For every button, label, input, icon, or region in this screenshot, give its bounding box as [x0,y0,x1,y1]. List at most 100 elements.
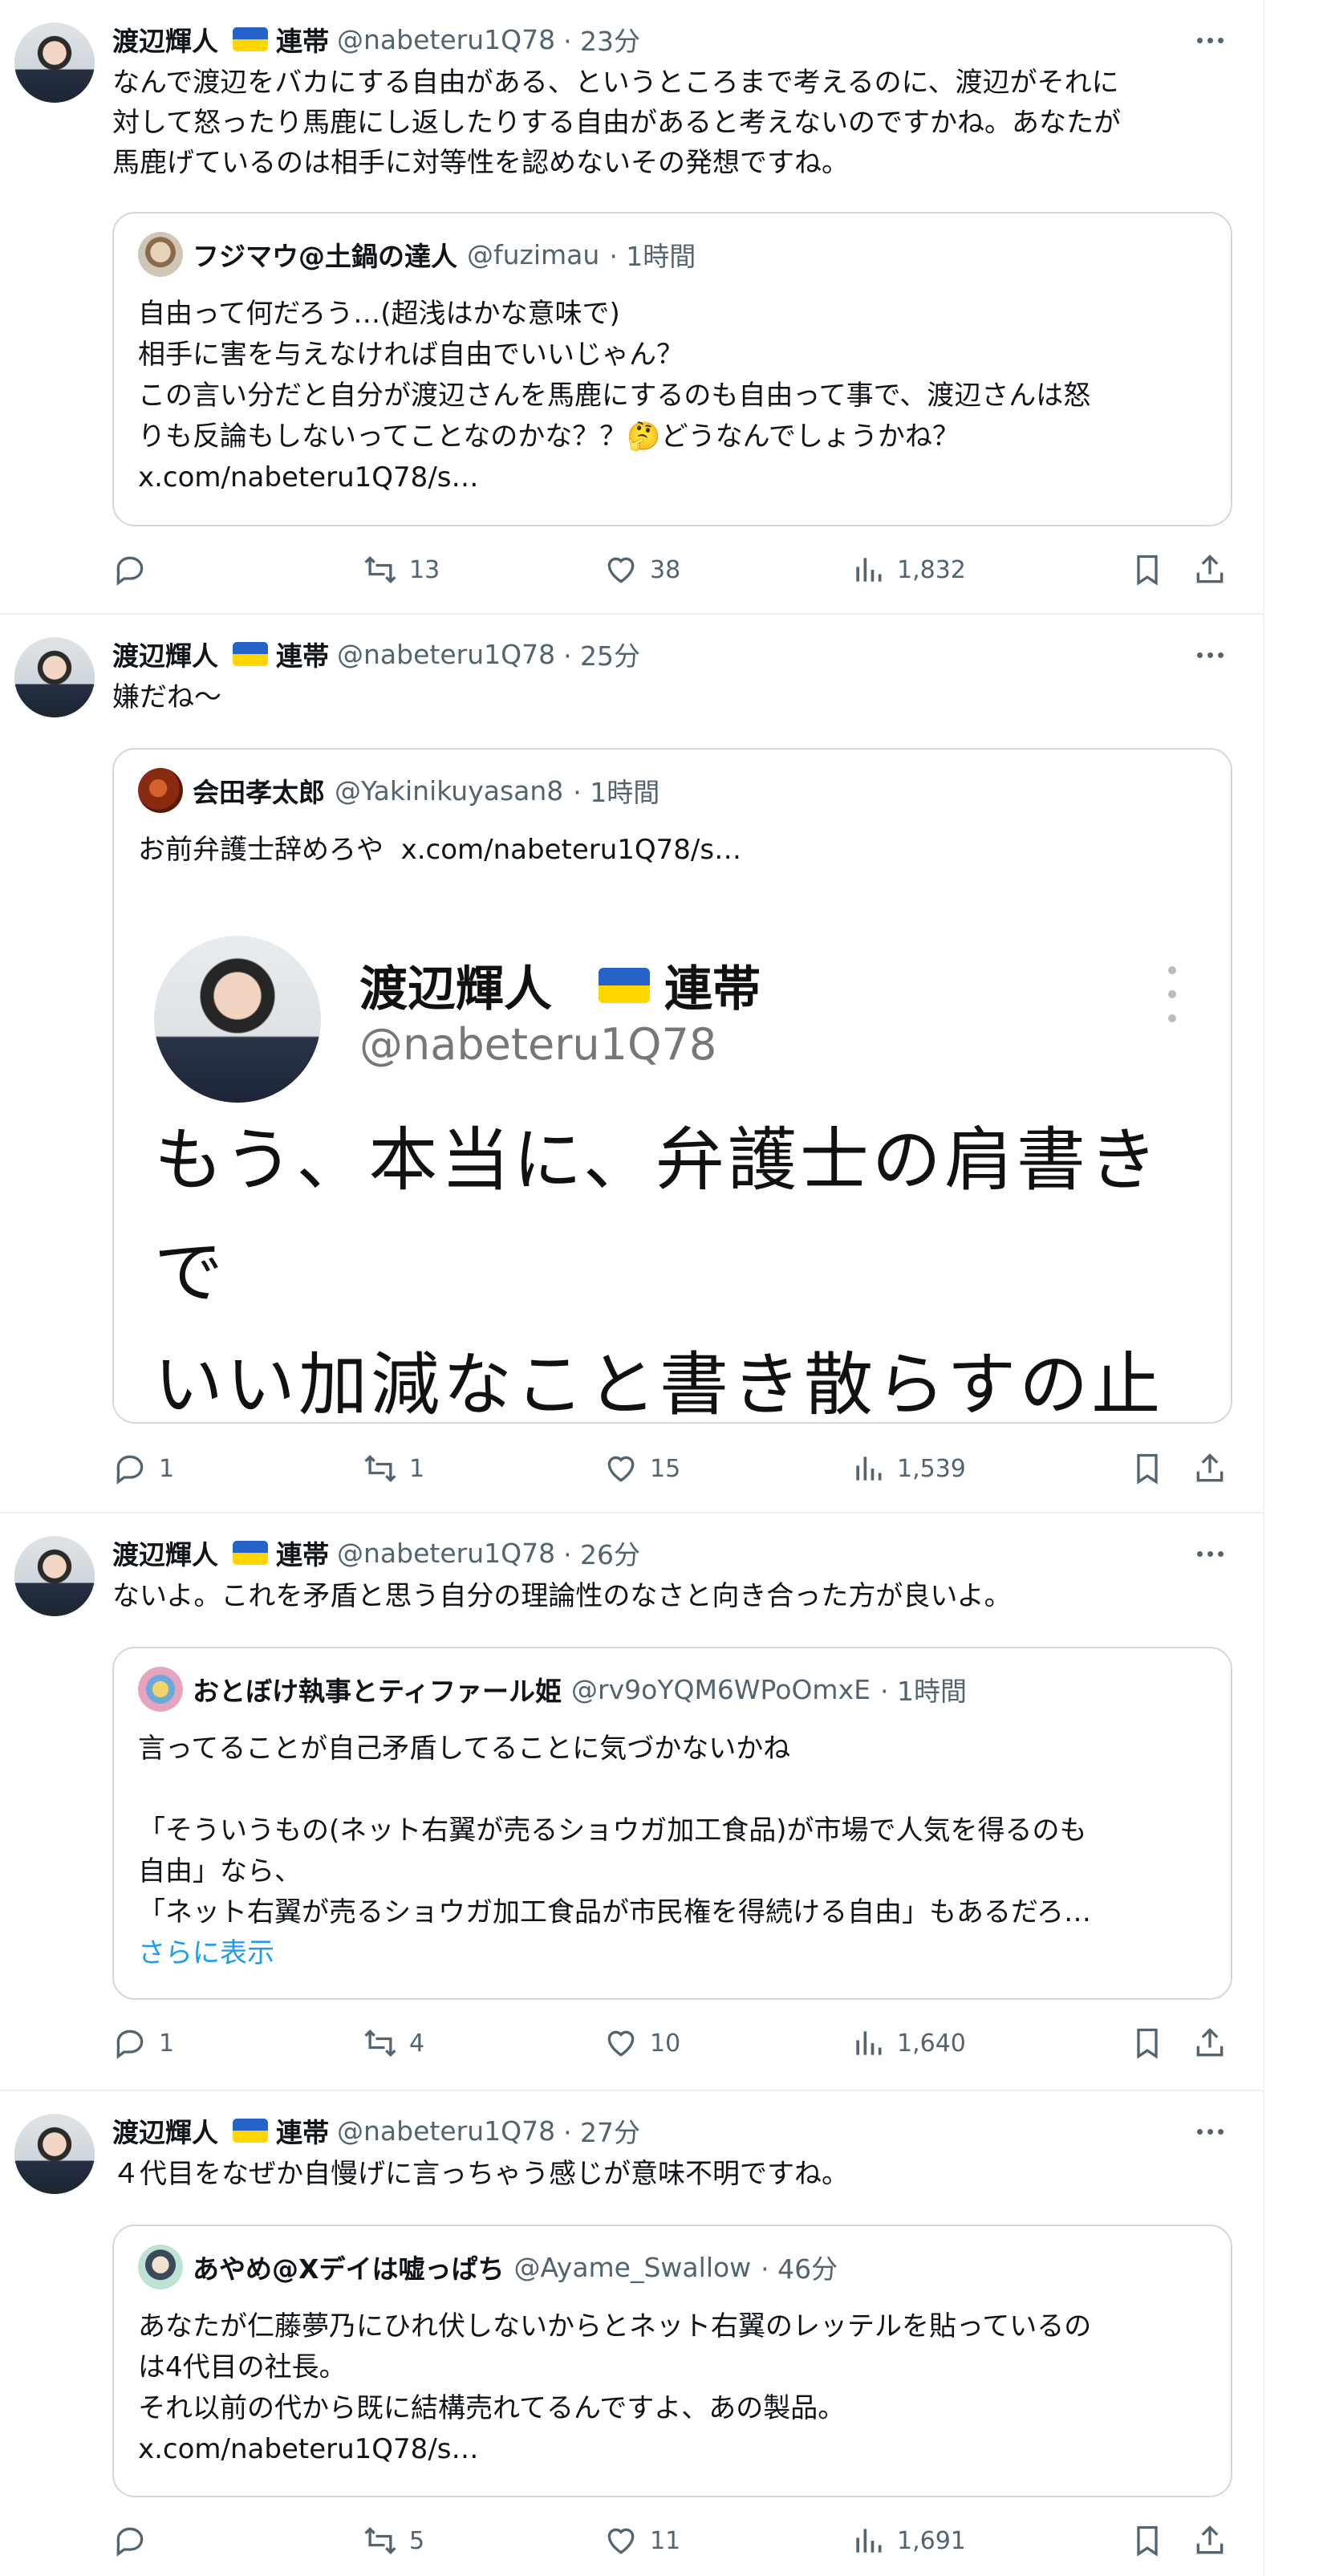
retweet-icon [364,1454,396,1483]
avatar[interactable] [14,2114,95,2194]
retweet-button[interactable]: 13 [363,551,440,589]
ukraine-flag-icon [233,1541,268,1565]
retweet-count: 13 [409,555,440,584]
tweet-time[interactable]: · 25分 [563,635,640,673]
avatar[interactable] [14,637,95,717]
share-button[interactable] [1192,2521,1228,2560]
bookmark-button[interactable] [1130,2521,1165,2560]
quote-time: · 1時間 [609,241,696,272]
tweet[interactable]: 渡辺輝人 連帯 @nabeteru1Q78 · 26分 ないよ。これを矛盾と思う… [0,1514,1263,2090]
like-button[interactable]: 15 [603,1449,680,1488]
action-bar: 5 11 1,691 [112,2521,1236,2560]
image-more-icon [1167,966,1178,1022]
author-name[interactable]: 渡辺輝人 [112,2111,218,2150]
like-button[interactable]: 38 [603,551,680,589]
tweet-header: 渡辺輝人 連帯 @nabeteru1Q78 · 25分 [112,634,640,674]
quote-author-handle: @fuzimau [467,238,600,270]
retweet-button[interactable]: 1 [363,1449,424,1488]
bookmark-button[interactable] [1130,1449,1165,1488]
ukraine-flag-icon [599,967,650,1003]
quote-header: あやめ@Xデイは嘘っぱち @Ayame_Swallow · 46分 [138,2245,838,2290]
views-icon [856,2529,882,2553]
reply-button[interactable]: 1 [112,2024,174,2062]
retweet-button[interactable]: 4 [363,2024,424,2062]
action-bar: 1 1 15 1,539 [112,1449,1236,1488]
like-count: 38 [650,555,681,584]
author-badge: 連帯 [276,26,329,57]
author-name[interactable]: 渡辺輝人 [112,20,218,59]
more-icon[interactable] [1191,2115,1229,2147]
tweet-text: なんで渡辺をバカにする自由がある、というところまで考えるのに、渡辺がそれに 対し… [112,67,1121,179]
tweet-header: 渡辺輝人 連帯 @nabeteru1Q78 · 26分 [112,1533,640,1573]
author-name[interactable]: 渡辺輝人 [112,635,218,673]
quote-author-name: フジマウ@土鍋の達人 [193,241,457,272]
like-count: 15 [650,1454,681,1483]
bookmark-icon [1137,555,1158,586]
more-icon[interactable] [1191,1538,1229,1570]
reply-count: 1 [159,2029,175,2058]
like-icon [607,557,635,583]
retweet-icon [364,2029,396,2058]
share-button[interactable] [1192,2024,1228,2062]
tweet-time[interactable]: · 26分 [563,1534,640,1572]
avatar[interactable] [14,1536,95,1616]
views-button[interactable]: 1,832 [850,551,966,589]
quote-header: おとぼけ執事とティファール姫 @rv9oYQM6WPoOmxE · 1時間 [138,1667,967,1712]
quote-tweet[interactable]: あやめ@Xデイは嘘っぱち @Ayame_Swallow · 46分 あなたが仁藤… [112,2225,1232,2497]
quote-author-handle: @rv9oYQM6WPoOmxE [571,1673,871,1705]
quote-tweet[interactable]: おとぼけ執事とティファール姫 @rv9oYQM6WPoOmxE · 1時間 言っ… [112,1647,1232,2000]
views-button[interactable]: 1,640 [850,2024,966,2062]
bookmark-button[interactable] [1130,551,1165,589]
quote-text: 自由って何だろう…(超浅はかな意味で) 相手に害を与えなければ自由でいいじゃん？… [138,298,1091,494]
tweet-time[interactable]: · 23分 [563,20,640,59]
author-badge: 連帯 [276,2117,329,2148]
tweet[interactable]: 渡辺輝人 連帯 @nabeteru1Q78 · 25分 嫌だね～ 会田孝太郎 @… [0,615,1263,1512]
tweet-time[interactable]: · 27分 [563,2111,640,2150]
like-button[interactable]: 10 [603,2024,680,2062]
quote-text: 言ってることが自己矛盾してることに気づかないかね 「そういうもの(ネット右翼が売… [138,1733,1091,1928]
quote-image[interactable]: 渡辺輝人 連帯 @nabeteru1Q78 もう、本当に、弁護士の肩書きで いい… [114,918,1231,1422]
bookmark-button[interactable] [1130,2024,1165,2062]
tweet[interactable]: 渡辺輝人 連帯 @nabeteru1Q78 · 27分 ４代目をなぜか自慢げに言… [0,2091,1263,2576]
views-count: 1,640 [897,2029,966,2058]
quote-tweet[interactable]: 会田孝太郎 @Yakinikuyasan8 · 1時間 お前弁護士辞めろや x.… [112,748,1232,1424]
reply-icon [116,2030,144,2059]
retweet-count: 4 [409,2029,425,2058]
author-handle[interactable]: @nabeteru1Q78 [337,24,555,55]
author-handle[interactable]: @nabeteru1Q78 [337,1538,555,1569]
reply-icon [116,556,144,586]
author-handle[interactable]: @nabeteru1Q78 [337,639,555,670]
views-button[interactable]: 1,691 [850,2521,966,2560]
author-name[interactable]: 渡辺輝人 [112,1534,218,1572]
tweet[interactable]: 渡辺輝人 連帯 @nabeteru1Q78 · 23分 なんで渡辺をバカにする自… [0,0,1263,613]
quote-tweet[interactable]: フジマウ@土鍋の達人 @fuzimau · 1時間 自由って何だろう…(超浅はか… [112,212,1232,526]
more-icon[interactable] [1191,639,1229,671]
bookmark-icon [1137,2525,1158,2557]
image-author: 渡辺輝人 連帯 [359,950,761,1020]
tweet-text: ４代目をなぜか自慢げに言っちゃう感じが意味不明ですね。 [112,2158,849,2190]
author-handle[interactable]: @nabeteru1Q78 [337,2115,555,2147]
tweet-header: 渡辺輝人 連帯 @nabeteru1Q78 · 27分 [112,2111,640,2151]
show-more-link[interactable]: さらに表示 [138,1933,1205,1974]
retweet-button[interactable]: 5 [363,2521,424,2560]
quote-author-name: 会田孝太郎 [193,777,325,808]
tweet-header: 渡辺輝人 連帯 @nabeteru1Q78 · 23分 [112,19,640,59]
avatar[interactable] [14,22,95,103]
retweet-count: 1 [409,1454,425,1483]
share-button[interactable] [1192,1449,1228,1488]
views-count: 1,691 [897,2526,966,2555]
reply-button[interactable] [112,551,159,589]
reply-button[interactable]: 1 [112,1449,174,1488]
share-icon [1196,2028,1224,2057]
ukraine-flag-icon [233,642,268,666]
like-button[interactable]: 11 [603,2521,680,2560]
share-button[interactable] [1192,551,1228,589]
views-icon [856,558,882,582]
quote-author-handle: @Ayame_Swallow [513,2251,752,2283]
views-button[interactable]: 1,539 [850,1449,966,1488]
reply-button[interactable] [112,2521,159,2560]
more-icon[interactable] [1191,24,1229,56]
quote-text: お前弁護士辞めろや x.com/nabeteru1Q78/s… [138,834,742,866]
quote-time: · 1時間 [573,777,660,808]
share-icon [1196,1453,1224,1482]
